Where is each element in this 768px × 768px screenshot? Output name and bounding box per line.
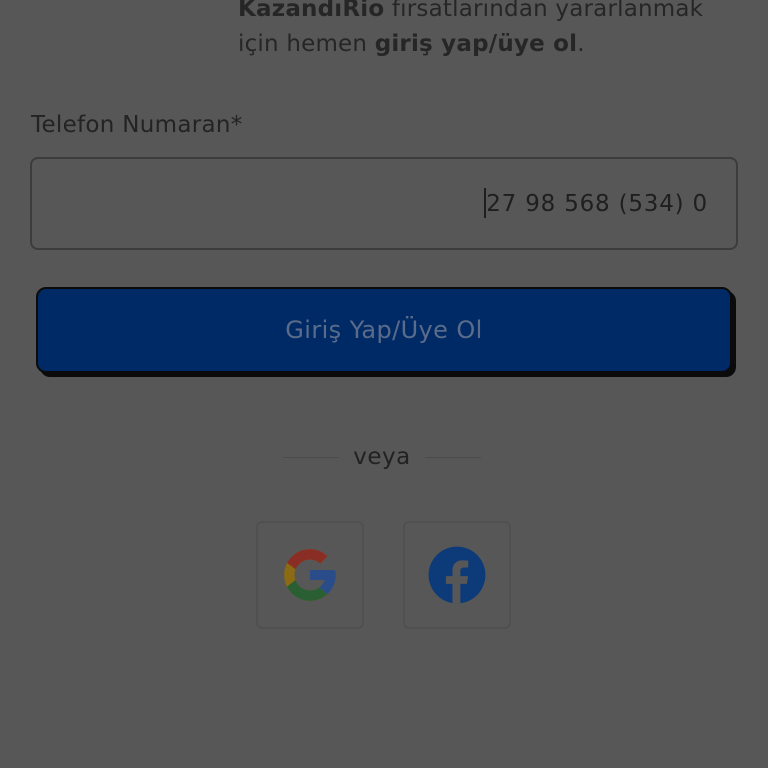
facebook-login-button[interactable] — [403, 521, 511, 629]
login-register-button-label: Giriş Yap/Üye Ol — [285, 316, 483, 344]
intro-text: KazandıRio fırsatlarından yararlanmak iç… — [238, 0, 758, 62]
phone-input-value: 27 98 568 (534) 0 — [484, 187, 708, 218]
google-icon — [284, 549, 336, 601]
phone-label: Telefon Numaran* — [31, 112, 243, 138]
intro-line-1: KazandıRio fırsatlarından yararlanmak — [238, 0, 758, 27]
divider-line-left — [283, 456, 339, 458]
facebook-icon — [428, 546, 486, 604]
text-cursor — [484, 187, 487, 218]
phone-input[interactable]: 27 98 568 (534) 0 — [30, 157, 738, 250]
brand-name: KazandıRio — [238, 0, 385, 22]
or-text: veya — [353, 444, 411, 470]
login-register-button[interactable]: Giriş Yap/Üye Ol — [36, 287, 732, 373]
intro-line-2: için hemen giriş yap/üye ol. — [238, 31, 585, 57]
google-login-button[interactable] — [256, 521, 364, 629]
divider-line-right — [425, 456, 481, 458]
login-screen: KazandıRio fırsatlarından yararlanmak iç… — [0, 0, 768, 768]
or-divider: veya — [283, 440, 481, 474]
intro-cta-text: giriş yap/üye ol — [374, 31, 578, 57]
